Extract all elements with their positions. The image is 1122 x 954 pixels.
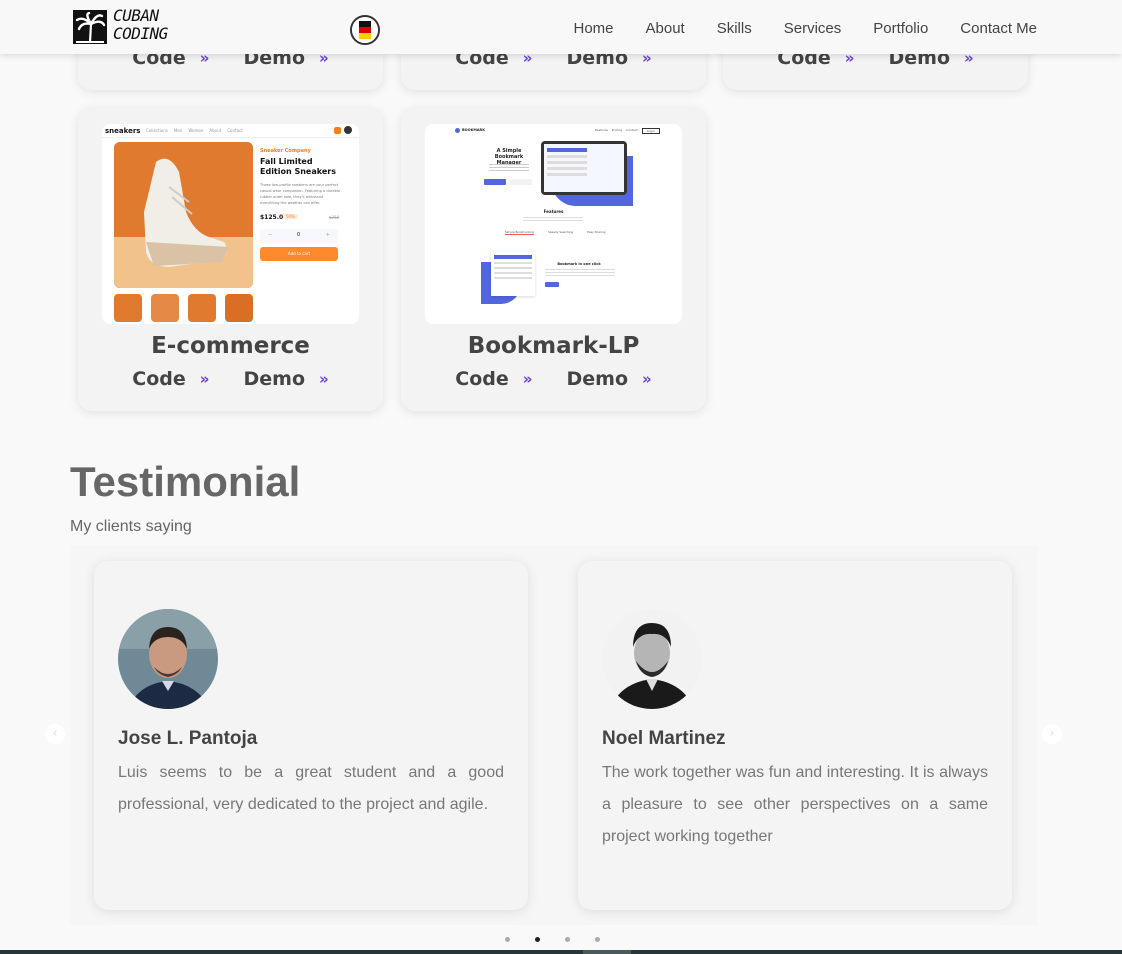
preview-product-title: Fall Limited Edition Sneakers [260,157,336,176]
preview-description: These low-profile sneakers are your perf… [260,183,341,205]
preview-quantity-stepper: − 0 + [260,229,338,243]
portfolio-card-ecommerce: sneakers Collections Men Women About Con… [78,108,383,411]
slider-pagination [505,937,600,942]
thumbnail-image [114,294,142,322]
avatar [602,609,702,709]
preview-feature-heading: Bookmark in one click [557,262,601,266]
ecommerce-preview-image[interactable]: sneakers Collections Men Women About Con… [102,124,359,324]
preview-brand: BOOKMARK [462,128,485,132]
avatar-icon [344,126,352,134]
code-link[interactable]: Code» [132,368,209,390]
project-title: Bookmark-LP [467,333,640,359]
testimonial-name: Noel Martinez [602,728,726,749]
scrollbar-thumb[interactable] [583,950,631,954]
preview-brand: sneakers [105,127,141,135]
preview-company: Sneaker Company [260,148,311,154]
preview-add-to-cart: Add to cart [260,247,338,261]
language-toggle-button[interactable] [350,15,380,45]
demo-link[interactable]: Demo» [243,368,328,390]
nav-about[interactable]: About [646,20,685,37]
horizontal-scrollbar[interactable] [0,950,1122,954]
chevron-double-right-icon: » [319,370,329,388]
bookmark-illustration [491,252,535,296]
project-title: E-commerce [151,333,310,359]
code-link[interactable]: Code» [455,368,532,390]
preview-nav: Features Pricing Contact Login [595,128,660,134]
preview-features-title: Features [543,209,564,214]
testimonial-card: Noel Martinez The work together was fun … [578,561,1012,910]
site-header: CUBAN CODING Home About Skills Services … [0,0,1122,54]
testimonial-text: Luis seems to be a great student and a g… [118,764,504,813]
testimonial-card: Jose L. Pantoja Luis seems to be a great… [94,561,528,910]
chevron-right-icon: › [1049,726,1055,741]
nav-services[interactable]: Services [784,20,842,37]
pagination-dot[interactable] [505,937,510,942]
pagination-dot-active[interactable] [535,937,540,942]
pagination-dot[interactable] [595,937,600,942]
site-logo[interactable]: CUBAN CODING [73,6,173,46]
logo-text-line2: CODING [113,24,168,43]
testimonial-name: Jose L. Pantoja [118,728,258,749]
section-subtitle: My clients saying [70,518,192,535]
chevron-double-right-icon: » [642,370,652,388]
pagination-dot[interactable] [565,937,570,942]
demo-link[interactable]: Demo» [566,368,651,390]
sneaker-product-image [114,142,253,288]
nav-portfolio[interactable]: Portfolio [873,20,928,37]
bookmark-logo-icon [455,128,460,133]
chevron-double-right-icon: » [199,370,210,388]
section-title: Testimonial [70,458,301,505]
palm-tree-icon [73,10,107,44]
preview-tabs: Simple Bookmarking Speedy Searching Easy… [505,230,606,235]
thumbnail-image [225,294,253,322]
thumbnail-image [188,294,216,322]
logo-text-line1: CUBAN [113,6,159,25]
cart-icon [334,127,341,134]
slider-next-button[interactable]: › [1042,724,1062,744]
avatar [118,609,218,709]
preview-nav: Collections Men Women About Contact [146,128,243,133]
main-nav: Home About Skills Services Portfolio Con… [542,20,1038,37]
german-flag-icon [352,17,378,43]
testimonial-text: The work together was fun and interestin… [602,764,988,845]
bookmark-preview-image[interactable]: BOOKMARK Features Pricing Contact Login … [425,124,682,324]
portfolio-card-bookmark: BOOKMARK Features Pricing Contact Login … [401,108,706,411]
preview-old-price: $250 [329,215,340,220]
nav-skills[interactable]: Skills [717,20,752,37]
chevron-double-right-icon: » [522,370,533,388]
tablet-mockup [541,141,627,195]
nav-home[interactable]: Home [574,20,614,37]
preview-discount: 50% [283,214,298,219]
slider-prev-button[interactable]: ‹ [45,724,65,744]
thumbnail-image [151,294,179,322]
chevron-left-icon: ‹ [52,726,58,741]
nav-contact[interactable]: Contact Me [960,20,1037,37]
